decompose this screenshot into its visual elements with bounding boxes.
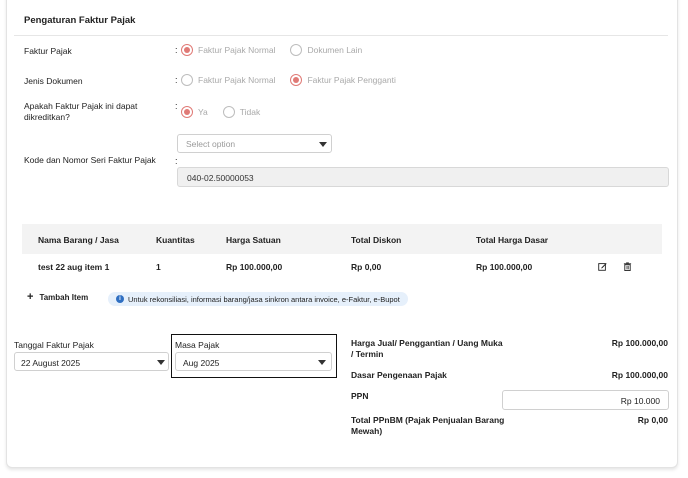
col-header-kuantitas: Kuantitas (156, 235, 195, 245)
radio-checked-icon[interactable] (181, 106, 193, 118)
kode-seri-select[interactable]: Select option (177, 134, 332, 153)
title-divider (14, 35, 668, 36)
chevron-down-icon (319, 142, 327, 147)
chevron-down-icon (318, 360, 326, 365)
jenis-dokumen-radio-group: Faktur Pajak Normal Faktur Pajak Penggan… (181, 74, 411, 86)
cell-total-harga-dasar: Rp 100.000,00 (476, 262, 533, 272)
radio-dokumen-lain[interactable]: Dokumen Lain (290, 44, 362, 56)
section-title: Pengaturan Faktur Pajak (24, 15, 136, 26)
masa-pajak-select[interactable]: Aug 2025 (175, 352, 332, 371)
plus-icon: + (27, 291, 34, 303)
radio-label: Faktur Pajak Pengganti (307, 75, 396, 85)
masa-value: Aug 2025 (183, 358, 220, 368)
tanggal-value: 22 August 2025 (21, 358, 81, 368)
dpp-value: Rp 100.000,00 (611, 370, 668, 380)
ppn-label: PPN (351, 391, 369, 401)
info-text: Untuk rekonsiliasi, informasi barang/jas… (128, 294, 400, 304)
radio-label: Faktur Pajak Normal (198, 75, 276, 85)
cell-kuantitas: 1 (156, 262, 161, 272)
edit-icon[interactable] (598, 262, 607, 271)
ppnbm-label-line1: Total PPnBM (Pajak Penjualan Barang (351, 415, 505, 425)
masa-label: Masa Pajak (175, 340, 220, 350)
radio-ya[interactable]: Ya (181, 106, 208, 118)
radio-label: Tidak (239, 107, 261, 117)
dikreditkan-radio-group: Ya Tidak (181, 106, 275, 118)
colon: : (175, 75, 178, 85)
radio-label: Ya (198, 107, 208, 117)
radio-label: Faktur Pajak Normal (198, 45, 276, 55)
col-header-total-diskon: Total Diskon (351, 235, 402, 245)
jenis-dokumen-label: Jenis Dokumen (24, 76, 83, 86)
tanggal-select[interactable]: 22 August 2025 (14, 352, 169, 371)
info-icon: i (116, 295, 124, 303)
radio-unchecked-icon[interactable] (290, 44, 303, 56)
trash-icon[interactable] (623, 262, 632, 271)
colon: : (175, 156, 178, 166)
cell-harga-satuan: Rp 100.000,00 (226, 262, 283, 272)
nomor-seri-field: 040-02.50000053 (177, 167, 669, 187)
tanggal-label: Tanggal Faktur Pajak (14, 340, 94, 350)
radio-tidak[interactable]: Tidak (222, 106, 261, 118)
kode-seri-label: Kode dan Nomor Seri Faktur Pajak (24, 155, 156, 165)
cell-nama: test 22 aug item 1 (38, 262, 110, 272)
radio-faktur-pajak-normal[interactable]: Faktur Pajak Normal (181, 44, 275, 56)
add-item-button[interactable]: + Tambah Item (27, 291, 89, 303)
ppn-value: Rp 10.000 (620, 396, 660, 406)
col-header-nama: Nama Barang / Jasa (38, 235, 119, 245)
faktur-pajak-label: Faktur Pajak (24, 46, 72, 56)
ppnbm-value: Rp 0,00 (637, 415, 668, 425)
dikreditkan-label-line2: dikreditkan? (24, 112, 70, 122)
info-banner: i Untuk rekonsiliasi, informasi barang/j… (108, 292, 408, 306)
ppnbm-label: Total PPnBM (Pajak Penjualan Barang Mewa… (351, 415, 504, 437)
add-item-label: Tambah Item (39, 293, 89, 302)
items-table-header: Nama Barang / Jasa Kuantitas Harga Satua… (22, 224, 662, 254)
dikreditkan-label: Apakah Faktur Pajak ini dapat dikreditka… (24, 101, 137, 123)
select-placeholder: Select option (186, 139, 236, 149)
radio-unchecked-icon[interactable] (181, 74, 193, 86)
harga-jual-label-line2: / Termin (351, 349, 384, 359)
ppn-input[interactable]: Rp 10.000 (502, 390, 669, 410)
nomor-seri-value: 040-02.50000053 (187, 173, 254, 183)
colon: : (175, 101, 178, 111)
col-header-total-harga-dasar: Total Harga Dasar (476, 235, 549, 245)
dikreditkan-label-line1: Apakah Faktur Pajak ini dapat (24, 101, 138, 111)
cell-total-diskon: Rp 0,00 (351, 262, 382, 272)
radio-jenis-faktur-pajak-normal[interactable]: Faktur Pajak Normal (181, 74, 275, 86)
dpp-label: Dasar Pengenaan Pajak (351, 370, 447, 380)
faktur-pajak-radio-group: Faktur Pajak Normal Dokumen Lain (181, 44, 377, 56)
radio-unchecked-icon[interactable] (222, 106, 235, 118)
radio-checked-icon[interactable] (181, 44, 193, 56)
harga-jual-value: Rp 100.000,00 (611, 338, 668, 348)
radio-checked-icon[interactable] (290, 74, 303, 86)
colon: : (175, 45, 178, 55)
chevron-down-icon (157, 360, 165, 365)
radio-label: Dokumen Lain (307, 45, 363, 55)
ppnbm-label-line2: Mewah) (351, 426, 383, 436)
harga-jual-label-line1: Harga Jual/ Penggantian / Uang Muka (351, 338, 503, 348)
col-header-harga-satuan: Harga Satuan (226, 235, 281, 245)
harga-jual-label: Harga Jual/ Penggantian / Uang Muka / Te… (351, 338, 503, 360)
radio-faktur-pajak-pengganti[interactable]: Faktur Pajak Pengganti (290, 74, 396, 86)
